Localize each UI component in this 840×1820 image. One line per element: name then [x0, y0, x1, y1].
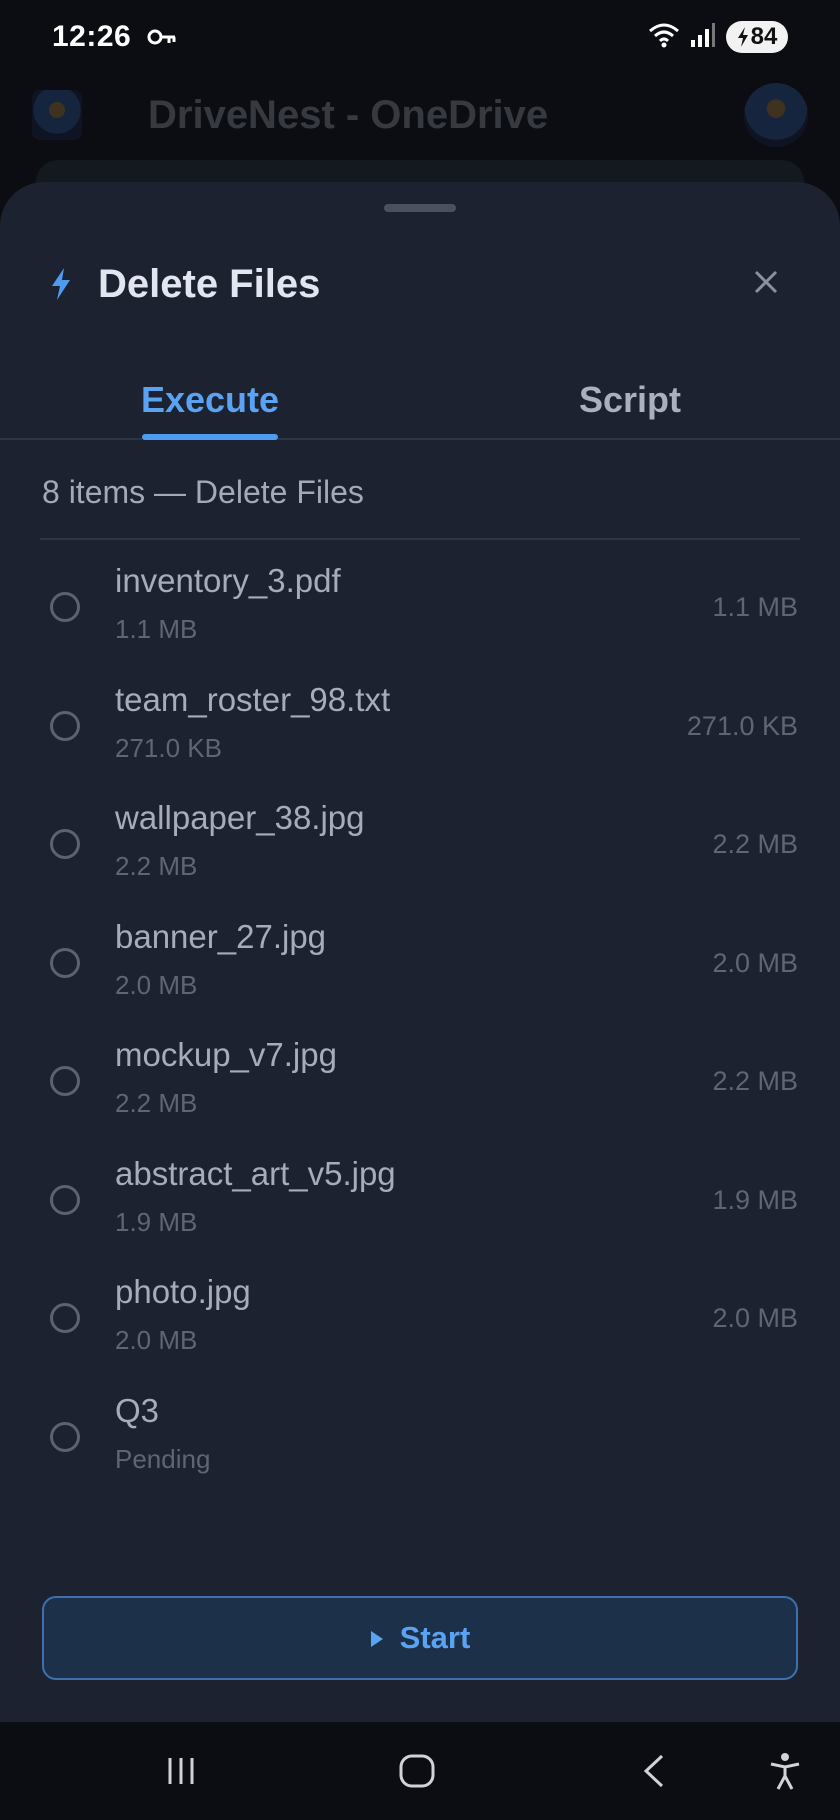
drag-handle[interactable]	[384, 204, 456, 212]
summary-text: 8 items — Delete Files	[42, 474, 364, 510]
radio-button[interactable]	[50, 1421, 80, 1452]
file-size: 2.2 MB	[712, 829, 798, 859]
file-subtitle: Pending	[115, 1443, 211, 1474]
accessibility-icon[interactable]	[764, 1750, 806, 1792]
avatar	[744, 83, 808, 147]
tab-indicator	[142, 434, 278, 440]
file-name: photo.jpg	[115, 1273, 251, 1310]
list-item[interactable]: banner_27.jpg 2.0 MB 2.0 MB	[0, 904, 840, 1023]
status-time: 12:26	[52, 20, 132, 53]
tab-bar: Execute Script	[0, 360, 840, 440]
file-size: 2.2 MB	[712, 1066, 798, 1096]
start-button[interactable]: Start	[42, 1596, 798, 1680]
radio-button[interactable]	[50, 1184, 80, 1215]
list-item[interactable]: wallpaper_38.jpg 2.2 MB 2.2 MB	[0, 785, 840, 904]
file-subtitle: 2.2 MB	[115, 851, 198, 881]
close-icon[interactable]	[750, 266, 782, 298]
file-name: wallpaper_38.jpg	[115, 799, 365, 836]
recent-apps-icon[interactable]	[160, 1750, 202, 1792]
radio-button[interactable]	[50, 592, 80, 622]
list-item[interactable]: team_roster_98.txt 271.0 KB 271.0 KB	[0, 667, 840, 786]
signal-icon	[690, 22, 716, 52]
app-title: DriveNest - OneDrive	[148, 92, 549, 137]
file-subtitle: 1.9 MB	[115, 1206, 198, 1237]
radio-button[interactable]	[50, 947, 80, 978]
status-bar: 12:26 84	[0, 0, 840, 74]
radio-button[interactable]	[50, 1303, 80, 1333]
file-name: banner_27.jpg	[115, 917, 327, 955]
list-item[interactable]: abstract_art_v5.jpg 1.9 MB 1.9 MB	[0, 1141, 840, 1260]
file-name: abstract_art_v5.jpg	[115, 1154, 396, 1192]
file-subtitle: 2.2 MB	[115, 1088, 198, 1118]
file-subtitle: 271.0 KB	[115, 732, 222, 763]
file-subtitle: 1.1 MB	[115, 614, 198, 644]
key-icon	[147, 29, 177, 45]
battery-level: 84	[750, 23, 778, 50]
file-subtitle: 2.0 MB	[115, 969, 198, 1000]
file-list: inventory_3.pdf 1.1 MB 1.1 MB team_roste…	[0, 548, 840, 1496]
wifi-icon	[648, 22, 680, 53]
file-name: inventory_3.pdf	[115, 562, 341, 599]
file-size: 1.1 MB	[712, 592, 798, 622]
back-icon[interactable]	[632, 1750, 674, 1792]
divider	[40, 538, 800, 540]
battery-icon: 84	[726, 21, 788, 53]
radio-button[interactable]	[50, 710, 80, 741]
bolt-icon	[50, 268, 72, 305]
screen: 12:26 84 DriveNest - OneDrive Delete Fil…	[0, 0, 840, 1820]
file-size: 2.0 MB	[712, 947, 798, 978]
sheet-title: Delete Files	[98, 262, 321, 306]
app-bar: DriveNest - OneDrive	[0, 74, 840, 156]
file-name: mockup_v7.jpg	[115, 1036, 337, 1073]
status-icons: 84	[648, 21, 788, 53]
list-item[interactable]: inventory_3.pdf 1.1 MB 1.1 MB	[0, 548, 840, 667]
sheet-header: Delete Files	[0, 254, 840, 314]
start-label: Start	[399, 1620, 471, 1655]
list-item[interactable]: mockup_v7.jpg 2.2 MB 2.2 MB	[0, 1022, 840, 1141]
list-item[interactable]: Q3 Pending	[0, 1378, 840, 1497]
file-name: team_roster_98.txt	[115, 680, 391, 718]
home-icon[interactable]	[396, 1750, 438, 1792]
file-size: 2.0 MB	[712, 1303, 798, 1333]
file-size: 1.9 MB	[712, 1184, 798, 1215]
app-logo	[32, 90, 82, 140]
tab-script[interactable]: Script	[560, 360, 700, 440]
play-icon	[370, 1620, 384, 1656]
file-name: Q3	[115, 1391, 160, 1429]
radio-button[interactable]	[50, 1066, 80, 1096]
navigation-bar	[0, 1722, 840, 1820]
radio-button[interactable]	[50, 829, 80, 859]
bottom-sheet: Delete Files Execute Script 8 items — De…	[0, 182, 840, 1722]
tab-execute[interactable]: Execute	[140, 360, 280, 440]
list-item[interactable]: photo.jpg 2.0 MB 2.0 MB	[0, 1259, 840, 1378]
file-size: 271.0 KB	[686, 710, 798, 741]
file-subtitle: 2.0 MB	[115, 1325, 198, 1355]
